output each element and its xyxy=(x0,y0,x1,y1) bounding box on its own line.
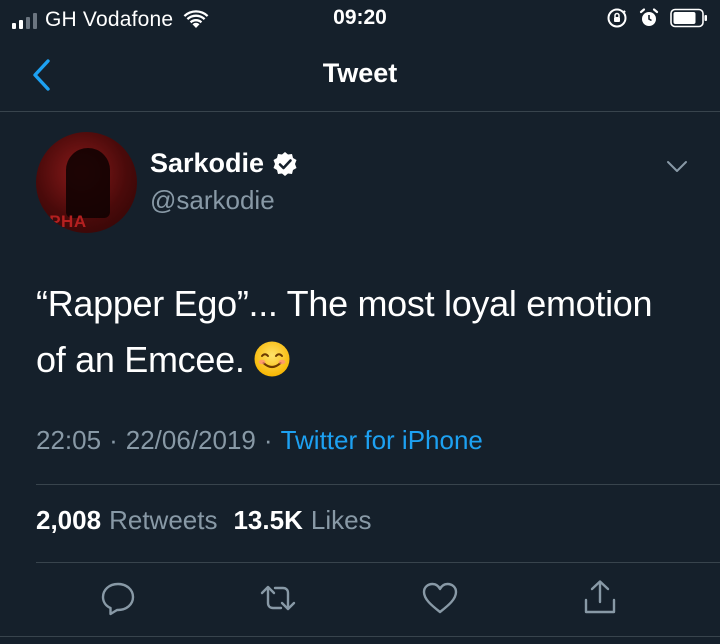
author-handle[interactable]: @sarkodie xyxy=(150,185,275,216)
share-icon xyxy=(584,580,616,614)
heart-icon xyxy=(422,582,458,614)
avatar-text: IPHA xyxy=(44,212,87,231)
battery-icon xyxy=(670,8,707,28)
status-right xyxy=(606,7,708,29)
page-title: Tweet xyxy=(322,58,398,88)
divider xyxy=(36,562,720,563)
reply-icon xyxy=(101,582,135,616)
tweet-stats: 2,008 Retweets 13.5K Likes xyxy=(36,505,388,536)
status-bar: GH Vodafone 09:20 xyxy=(0,0,720,38)
separator: · xyxy=(263,425,273,455)
tweet-body: “Rapper Ego”... The most loyal emotion o… xyxy=(36,283,653,380)
likes-count[interactable]: 13.5K xyxy=(233,505,302,536)
avatar[interactable]: IPHA xyxy=(36,132,137,233)
separator: · xyxy=(109,425,118,455)
tweet-meta: 22:05 · 22/06/2019 · Twitter for iPhone xyxy=(36,425,483,456)
retweet-icon xyxy=(260,585,296,611)
alarm-icon xyxy=(639,8,659,26)
tweet-text: “Rapper Ego”... The most loyal emotion o… xyxy=(36,276,676,388)
smiling-face-emoji-icon xyxy=(254,341,290,377)
retweets-label[interactable]: Retweets xyxy=(109,505,217,536)
divider xyxy=(0,636,720,637)
retweets-count[interactable]: 2,008 xyxy=(36,505,101,536)
like-button[interactable] xyxy=(420,578,460,618)
retweet-button[interactable] xyxy=(258,578,298,618)
tweet-date: 22/06/2019 xyxy=(125,425,256,455)
tweet-actions xyxy=(0,578,720,622)
chevron-down-icon[interactable] xyxy=(666,160,688,174)
tweet-source-link[interactable]: Twitter for iPhone xyxy=(281,425,483,456)
share-button[interactable] xyxy=(580,578,620,618)
tweet-time: 22:05 xyxy=(36,425,102,455)
reply-button[interactable] xyxy=(98,578,138,618)
tweet-detail-screen: GH Vodafone 09:20 Tweet IPHA Sarkodie @s… xyxy=(0,0,720,644)
divider xyxy=(36,484,720,485)
author-display-name[interactable]: Sarkodie xyxy=(150,148,264,179)
verified-badge-icon xyxy=(273,151,297,176)
likes-label[interactable]: Likes xyxy=(311,505,372,536)
navigation-bar: Tweet xyxy=(0,38,720,112)
orientation-lock-icon xyxy=(607,8,627,28)
author-name-row[interactable]: Sarkodie xyxy=(150,148,298,179)
